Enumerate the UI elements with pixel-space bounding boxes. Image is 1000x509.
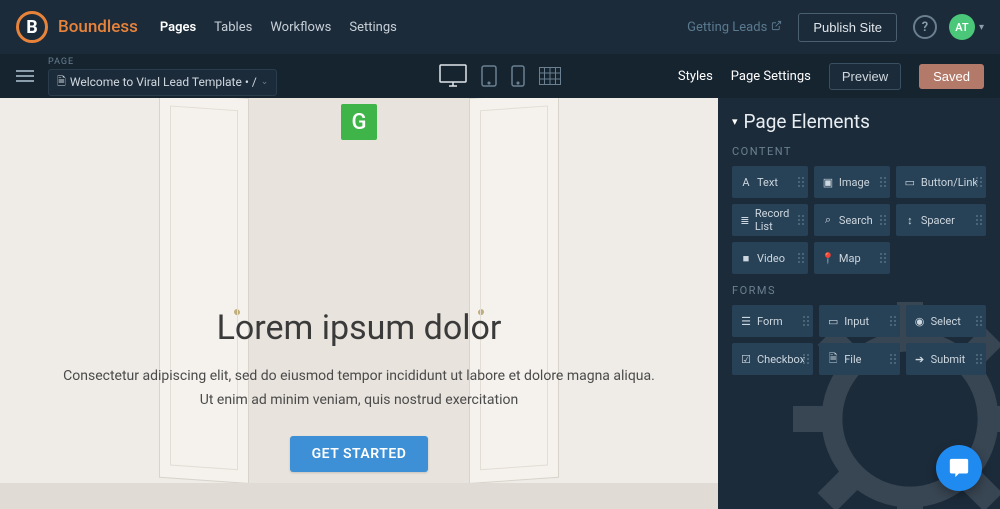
document-icon: 🗎: [57, 73, 66, 92]
hero-line2[interactable]: Ut enim ad minim veniam, quis nostrud ex…: [40, 390, 678, 411]
forms-tile-file[interactable]: 🗎 File: [819, 343, 899, 375]
tile-label: Input: [844, 315, 869, 328]
nav-workflows[interactable]: Workflows: [270, 20, 331, 35]
panel-title: Page Elements: [744, 110, 870, 133]
getting-leads-label: Getting Leads: [687, 20, 767, 35]
editor-toolbar: PAGE 🗎 Welcome to Viral Lead Template • …: [0, 54, 1000, 98]
input-icon: ▭: [827, 315, 839, 328]
cta-button[interactable]: GET STARTED: [290, 436, 429, 472]
forms-tile-checkbox[interactable]: ☑ Checkbox: [732, 343, 813, 375]
avatar: AT: [949, 14, 975, 40]
panel-header[interactable]: ▾ Page Elements: [732, 110, 986, 133]
help-button[interactable]: ?: [913, 15, 937, 39]
button-link-icon: ▭: [904, 176, 916, 189]
content-tile-grid: A Text ▣ Image ▭ Button/Link ≣ Record List ⌕ Sear…: [732, 166, 986, 274]
top-bar: B Boundless Pages Tables Workflows Setti…: [0, 0, 1000, 54]
file-icon: 🗎: [827, 350, 839, 369]
content-tile-button-link[interactable]: ▭ Button/Link: [896, 166, 986, 198]
chevron-down-icon: ⌄: [261, 77, 269, 87]
forms-tile-input[interactable]: ▭ Input: [819, 305, 899, 337]
brand-name: Boundless: [58, 17, 138, 37]
chat-fab[interactable]: [936, 445, 982, 491]
device-tablet-icon[interactable]: [481, 65, 497, 87]
forms-tile-grid: ☰ Form ▭ Input ◉ Select ☑ Checkbox 🗎 File ➔ Submit: [732, 305, 986, 375]
primary-nav: Pages Tables Workflows Settings: [160, 20, 397, 35]
device-grid-icon[interactable]: [539, 67, 561, 85]
video-icon: ■: [740, 252, 752, 265]
content-tile-record-list[interactable]: ≣ Record List: [732, 204, 808, 236]
tab-styles[interactable]: Styles: [678, 69, 713, 84]
nav-pages[interactable]: Pages: [160, 20, 196, 35]
chevron-down-icon: ▾: [979, 22, 984, 33]
forms-tile-form[interactable]: ☰ Form: [732, 305, 813, 337]
record-list-icon: ≣: [740, 214, 750, 227]
device-desktop-icon[interactable]: [439, 64, 467, 88]
checkbox-icon: ☑: [740, 353, 752, 366]
content-tile-image[interactable]: ▣ Image: [814, 166, 890, 198]
element-badge[interactable]: G: [341, 104, 377, 140]
external-link-icon: [771, 20, 782, 35]
tile-label: Search: [839, 214, 873, 227]
content-tile-map[interactable]: 📍 Map: [814, 242, 890, 274]
device-phone-icon[interactable]: [511, 65, 525, 87]
content-tile-spacer[interactable]: ↕ Spacer: [896, 204, 986, 236]
tile-label: File: [844, 353, 861, 366]
tile-label: Image: [839, 176, 870, 189]
spacer-icon: ↕: [904, 214, 916, 227]
forms-tile-select[interactable]: ◉ Select: [906, 305, 986, 337]
hero-heading[interactable]: Lorem ipsum dolor: [40, 308, 678, 348]
page-canvas[interactable]: G Lorem ipsum dolor Consectetur adipisci…: [0, 98, 718, 509]
section-content-label: CONTENT: [732, 145, 986, 158]
text-icon: A: [740, 176, 752, 189]
outline-toggle-icon[interactable]: [16, 70, 34, 82]
hero-line1[interactable]: Consectetur adipiscing elit, sed do eius…: [40, 366, 678, 387]
tile-label: Spacer: [921, 214, 955, 227]
map-icon: 📍: [822, 252, 834, 265]
tab-page-settings[interactable]: Page Settings: [731, 69, 811, 84]
chevron-down-icon: ▾: [732, 115, 738, 128]
tile-label: Map: [839, 252, 861, 265]
tile-label: Record List: [755, 207, 800, 233]
user-menu[interactable]: AT ▾: [949, 14, 984, 40]
tile-label: Submit: [931, 353, 966, 366]
nav-tables[interactable]: Tables: [214, 20, 252, 35]
page-selector-value: Welcome to Viral Lead Template • /: [70, 75, 257, 89]
preview-button[interactable]: Preview: [829, 63, 901, 90]
tile-label: Button/Link: [921, 176, 978, 189]
content-tile-search[interactable]: ⌕ Search: [814, 204, 890, 236]
nav-settings[interactable]: Settings: [349, 20, 396, 35]
tile-label: Video: [757, 252, 785, 265]
brand-logo: B: [16, 11, 48, 43]
page-selector[interactable]: 🗎 Welcome to Viral Lead Template • / ⌄: [48, 69, 277, 96]
content-tile-text[interactable]: A Text: [732, 166, 808, 198]
forms-tile-submit[interactable]: ➔ Submit: [906, 343, 986, 375]
hero-section: Lorem ipsum dolor Consectetur adipiscing…: [0, 308, 718, 472]
page-label: PAGE: [48, 57, 277, 67]
chat-icon: [948, 457, 970, 479]
form-icon: ☰: [740, 315, 752, 328]
tile-label: Checkbox: [757, 353, 805, 366]
content-tile-video[interactable]: ■ Video: [732, 242, 808, 274]
select-icon: ◉: [914, 315, 926, 328]
image-icon: ▣: [822, 176, 834, 189]
tile-label: Form: [757, 315, 783, 328]
tile-label: Select: [931, 315, 961, 328]
submit-icon: ➔: [914, 353, 926, 366]
device-preview-group: [439, 64, 561, 88]
getting-leads-link[interactable]: Getting Leads: [687, 20, 782, 35]
search-icon: ⌕: [822, 213, 834, 227]
main-area: G Lorem ipsum dolor Consectetur adipisci…: [0, 98, 1000, 509]
page-selector-wrap: PAGE 🗎 Welcome to Viral Lead Template • …: [48, 57, 277, 96]
saved-indicator: Saved: [919, 64, 984, 89]
section-forms-label: FORMS: [732, 284, 986, 297]
publish-site-button[interactable]: Publish Site: [798, 13, 897, 42]
tile-label: Text: [757, 176, 778, 189]
